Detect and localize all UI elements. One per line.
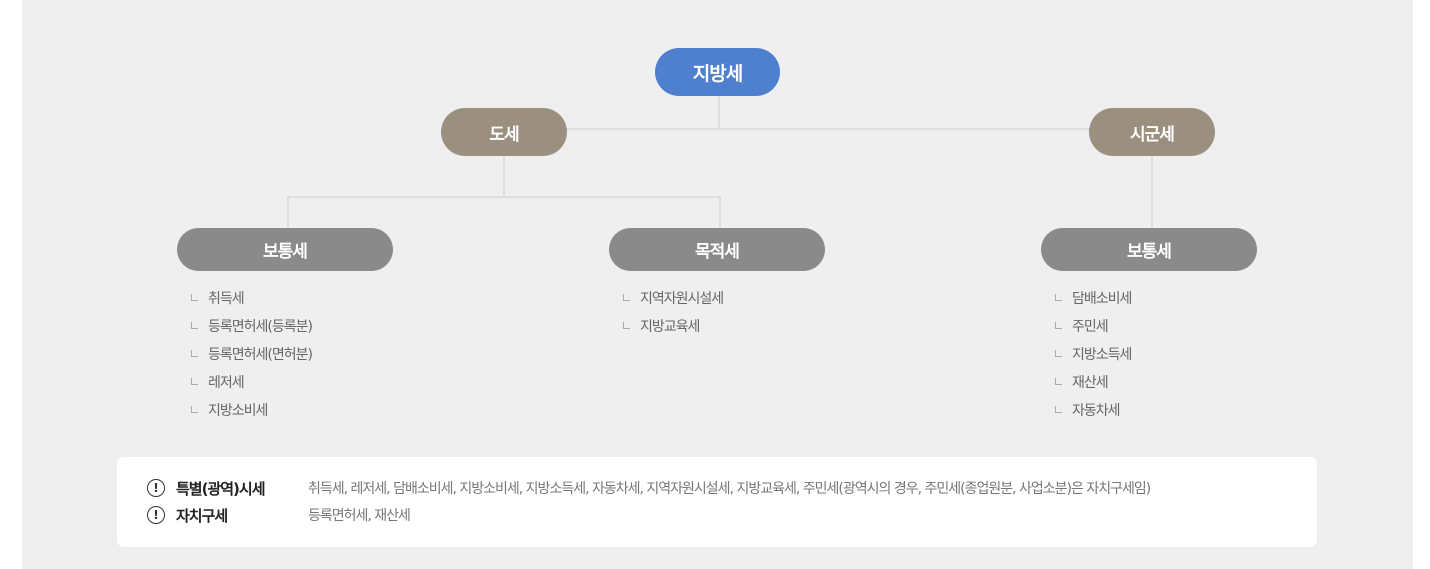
list-item: 레저세	[191, 369, 312, 397]
connector-municipal-down	[1151, 155, 1153, 229]
node-local-tax: 지방세	[655, 48, 780, 96]
node-province-ordinary-tax: 보통세	[177, 228, 393, 271]
list-item: 지방소득세	[1055, 341, 1132, 369]
connector-to-purpose	[719, 196, 721, 229]
connector-root-down	[718, 95, 720, 130]
exclamation-circle-icon: !	[147, 506, 165, 524]
exclamation-circle-icon: !	[147, 479, 165, 497]
list-item: 담배소비세	[1055, 285, 1132, 313]
connector-province-down	[503, 155, 505, 197]
list-item: 취득세	[191, 285, 312, 313]
province-ordinary-tax-list: 취득세 등록면허세(등록분) 등록면허세(면허분) 레저세 지방소비세	[191, 285, 313, 425]
connector-to-ordinary	[287, 196, 289, 229]
node-province-purpose-tax: 목적세	[609, 228, 825, 271]
node-province-tax: 도세	[441, 108, 567, 156]
list-item: 지방교육세	[623, 313, 723, 341]
note-row-district: ! 자치구세 등록면허세, 재산세	[147, 503, 411, 527]
note-label: 특별(광역)시세	[176, 479, 266, 498]
list-item: 지역자원시설세	[623, 285, 724, 313]
list-item: 지방소비세	[191, 397, 312, 425]
note-value: 취득세, 레저세, 담배소비세, 지방소비세, 지방소득세, 자동차세, 지역자…	[308, 481, 1151, 497]
list-item: 등록면허세(면허분)	[191, 341, 313, 369]
list-item: 주민세	[1055, 313, 1131, 341]
node-municipal-tax: 시군세	[1089, 108, 1215, 156]
list-item: 등록면허세(등록분)	[191, 313, 313, 341]
connector-branch-horizontal	[566, 128, 1090, 130]
municipal-ordinary-tax-list: 담배소비세 주민세 지방소득세 재산세 자동차세	[1055, 285, 1132, 425]
notes-box: ! 특별(광역)시세 취득세, 레저세, 담배소비세, 지방소비세, 지방소득세…	[117, 457, 1317, 547]
note-value: 등록면허세, 재산세	[308, 508, 411, 524]
note-label: 자치구세	[176, 506, 228, 525]
list-item: 자동차세	[1055, 397, 1131, 425]
province-purpose-tax-list: 지역자원시설세 지방교육세	[623, 285, 724, 341]
connector-province-horizontal	[287, 196, 721, 198]
list-item: 재산세	[1055, 369, 1131, 397]
note-row-metropolitan: ! 특별(광역)시세 취득세, 레저세, 담배소비세, 지방소비세, 지방소득세…	[147, 476, 1151, 500]
node-municipal-ordinary-tax: 보통세	[1041, 228, 1257, 271]
